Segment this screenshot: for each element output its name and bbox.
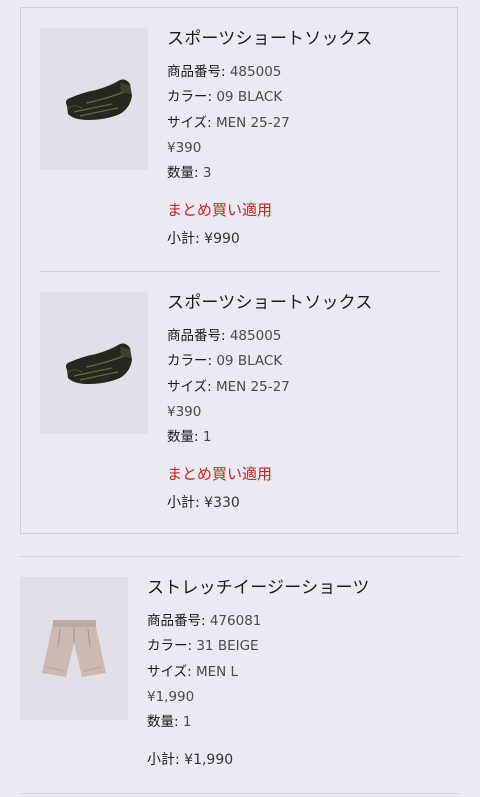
product-image[interactable] — [40, 28, 148, 170]
size-value: MEN 25-27 — [215, 115, 290, 131]
bottom-divider — [20, 793, 460, 794]
price-value: ¥390 — [167, 140, 202, 156]
color-row: カラー: 31 BEIGE — [147, 638, 259, 654]
shorts-icon — [20, 577, 128, 720]
price-row: ¥390 — [167, 139, 201, 157]
product-number-value: 476081 — [209, 613, 262, 629]
price-row: ¥1,990 — [147, 688, 194, 706]
size-label: サイズ — [167, 115, 208, 131]
color-row: カラー: 09 BLACK — [167, 89, 283, 105]
size-label: サイズ — [147, 664, 188, 680]
color-value: 09 BLACK — [216, 89, 283, 105]
product-number-label: 商品番号 — [147, 613, 201, 629]
product-number-label: 商品番号 — [167, 64, 221, 80]
subtotal-value: ¥990 — [204, 231, 240, 247]
subtotal-value: ¥1,990 — [184, 752, 234, 768]
quantity-row[interactable]: 数量: 1 — [147, 713, 191, 731]
quantity-label: 数量 — [147, 714, 174, 730]
quantity-row[interactable]: 数量: 1 — [167, 428, 211, 446]
quantity-value[interactable]: 3 — [203, 165, 212, 181]
subtotal-label: 小計 — [167, 231, 195, 247]
color-label: カラー — [167, 353, 208, 369]
color-row: カラー: 09 BLACK — [167, 353, 283, 369]
subtotal-row: 小計: ¥330 — [167, 495, 240, 511]
section-divider — [20, 556, 460, 557]
bulk-discount-badge: まとめ買い適用 — [167, 201, 273, 219]
subtotal-label: 小計 — [147, 752, 175, 768]
product-number-value: 485005 — [229, 328, 282, 344]
product-image[interactable] — [40, 292, 148, 434]
size-label: サイズ — [167, 379, 208, 395]
price-row: ¥390 — [167, 403, 201, 421]
color-value: 31 BEIGE — [196, 638, 259, 654]
quantity-label: 数量 — [167, 429, 194, 445]
subtotal-label: 小計 — [167, 495, 195, 511]
sock-icon — [40, 292, 148, 434]
size-row: サイズ: MEN L — [147, 664, 239, 680]
item-divider — [40, 271, 440, 272]
product-image[interactable] — [20, 577, 128, 720]
price-value: ¥390 — [167, 404, 202, 420]
sock-icon — [40, 28, 148, 170]
color-label: カラー — [147, 638, 188, 654]
color-label: カラー — [167, 89, 208, 105]
product-number-value: 485005 — [229, 64, 282, 80]
product-name[interactable]: スポーツショートソックス — [167, 28, 457, 50]
product-number-row: 商品番号: 476081 — [147, 613, 262, 629]
product-number-row: 商品番号: 485005 — [167, 328, 282, 344]
size-value: MEN 25-27 — [215, 379, 290, 395]
product-name[interactable]: ストレッチイージーショーツ — [147, 577, 457, 599]
subtotal-row: 小計: ¥1,990 — [147, 752, 234, 768]
color-value: 09 BLACK — [216, 353, 283, 369]
quantity-value[interactable]: 1 — [203, 429, 212, 445]
quantity-label: 数量 — [167, 165, 194, 181]
bulk-discount-badge: まとめ買い適用 — [167, 465, 273, 483]
product-number-row: 商品番号: 485005 — [167, 64, 282, 80]
price-value: ¥1,990 — [147, 689, 195, 705]
subtotal-row: 小計: ¥990 — [167, 231, 240, 247]
size-row: サイズ: MEN 25-27 — [167, 379, 290, 395]
size-row: サイズ: MEN 25-27 — [167, 115, 290, 131]
product-name[interactable]: スポーツショートソックス — [167, 292, 457, 314]
size-value: MEN L — [195, 664, 239, 680]
quantity-row[interactable]: 数量: 3 — [167, 164, 211, 182]
product-number-label: 商品番号 — [167, 328, 221, 344]
quantity-value[interactable]: 1 — [183, 714, 192, 730]
subtotal-value: ¥330 — [204, 495, 240, 511]
